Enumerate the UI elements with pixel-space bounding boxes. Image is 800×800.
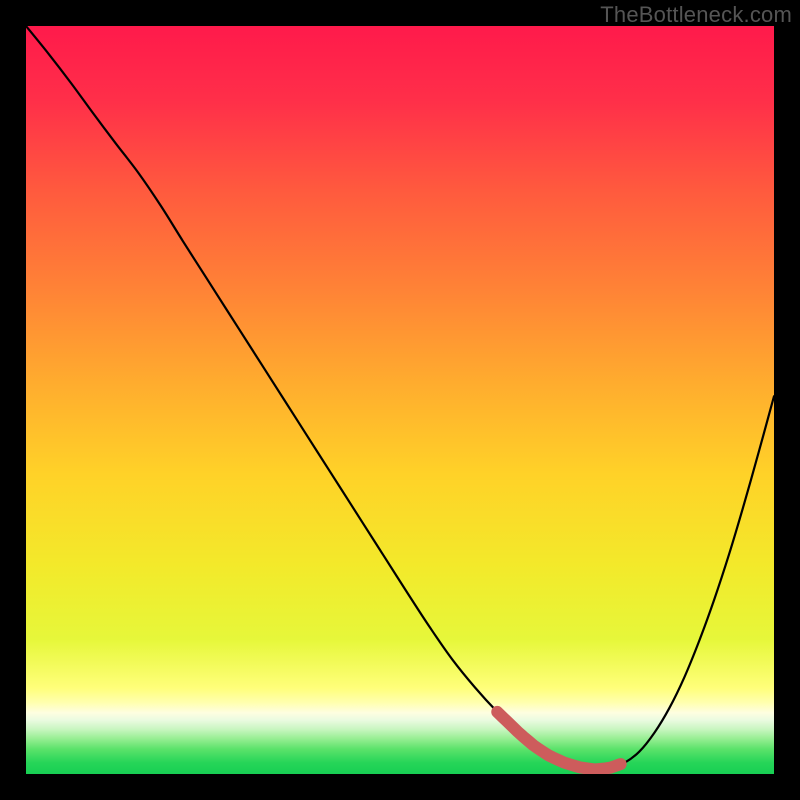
gradient-background (26, 26, 774, 774)
watermark-text: TheBottleneck.com (600, 2, 792, 28)
bottleneck-chart (26, 26, 774, 774)
plot-svg (26, 26, 774, 774)
